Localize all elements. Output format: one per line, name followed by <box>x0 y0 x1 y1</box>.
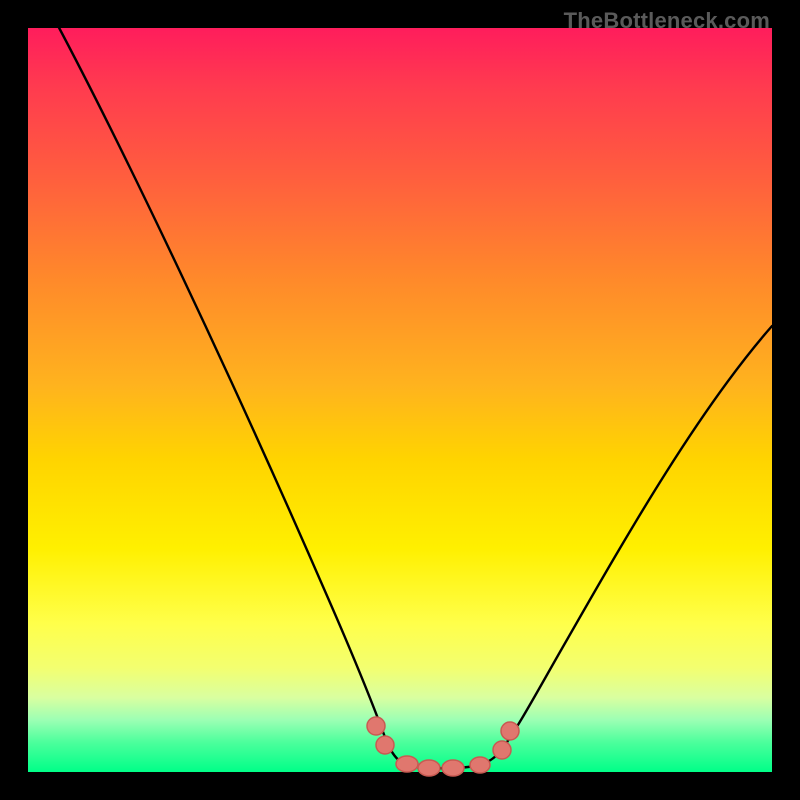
curve-marker <box>376 736 394 754</box>
watermark-text: TheBottleneck.com <box>564 8 770 34</box>
curve-marker <box>470 757 490 773</box>
bottleneck-curve <box>56 22 772 768</box>
chart-frame: TheBottleneck.com <box>0 0 800 800</box>
chart-overlay <box>28 28 772 772</box>
curve-marker <box>396 756 418 772</box>
curve-marker <box>493 741 511 759</box>
curve-marker <box>418 760 440 776</box>
curve-marker <box>442 760 464 776</box>
curve-marker <box>367 717 385 735</box>
curve-marker <box>501 722 519 740</box>
